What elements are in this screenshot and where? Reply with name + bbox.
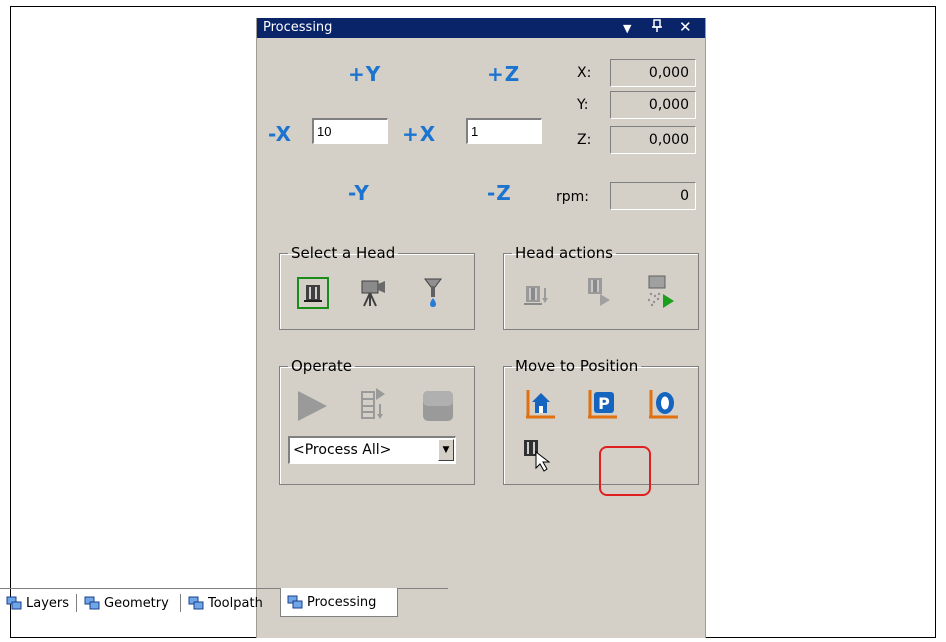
chevron-down-icon[interactable]: ▼ [438, 439, 454, 461]
jog-plus-x-button[interactable]: +X [402, 122, 436, 146]
head-router-button[interactable] [297, 277, 329, 309]
z-label: Z: [577, 132, 592, 148]
stop-button[interactable] [421, 389, 455, 423]
move-zero-button[interactable] [646, 387, 680, 421]
park-icon: P [588, 390, 617, 419]
head-camera-button[interactable] [355, 276, 389, 310]
y-label: Y: [577, 97, 589, 113]
x-label: X: [577, 65, 592, 81]
tab-geometry-label: Geometry [104, 595, 169, 611]
process-select[interactable]: <Process All> ▼ [288, 436, 456, 464]
jog-plus-z-button[interactable]: +Z [487, 62, 520, 86]
step-icon [361, 388, 385, 419]
pick-point-icon [524, 440, 551, 472]
spindle-icon [304, 285, 322, 302]
move-to-point-button[interactable] [520, 438, 554, 472]
svg-text:P: P [598, 394, 610, 413]
head-down-icon [524, 286, 548, 305]
start-button[interactable] [295, 389, 329, 423]
pin-icon[interactable] [651, 19, 663, 37]
panel-tab-icon [287, 595, 303, 609]
tab-processing-label: Processing [307, 594, 377, 610]
rpm-readout: 0 [610, 182, 696, 210]
move-park-button[interactable]: P [585, 387, 619, 421]
camera-icon [361, 280, 385, 307]
xy-step-input[interactable] [312, 118, 388, 144]
dropdown-icon[interactable]: ▼ [623, 22, 631, 35]
home-icon [526, 390, 555, 419]
highlight-box [599, 446, 651, 496]
rpm-label: rpm: [556, 189, 589, 205]
close-icon[interactable]: ✕ [679, 18, 692, 36]
tab-toolpath[interactable]: Toolpath [182, 590, 284, 616]
head-run-icon [588, 278, 610, 306]
z-step-input[interactable] [466, 118, 542, 144]
head-dispenser-button[interactable] [416, 276, 450, 310]
dispenser-icon [424, 278, 442, 307]
tab-layers-label: Layers [26, 595, 70, 611]
tab-toolpath-label: Toolpath [208, 595, 263, 611]
panel-tab-icon [84, 596, 100, 610]
panel-tab-icon [188, 596, 204, 610]
head-run-button[interactable] [582, 274, 616, 308]
tab-geometry[interactable]: Geometry [78, 590, 184, 616]
head-spray-run-button[interactable] [642, 274, 676, 308]
stop-icon [423, 391, 453, 421]
jog-minus-z-button[interactable]: -Z [487, 181, 512, 205]
move-to-position-legend: Move to Position [515, 357, 639, 375]
panel-tab-icon [6, 596, 22, 610]
tab-processing[interactable]: Processing [280, 588, 398, 617]
zero-icon [649, 390, 678, 419]
jog-minus-x-button[interactable]: -X [268, 122, 292, 146]
tab-layers[interactable]: Layers [0, 590, 80, 616]
play-icon [298, 391, 327, 421]
y-position-readout: 0,000 [610, 91, 696, 119]
operate-legend: Operate [291, 357, 353, 375]
panel-title-bar: Processing ▼ ✕ [257, 18, 705, 38]
head-actions-legend: Head actions [515, 244, 613, 262]
move-home-button[interactable] [523, 387, 557, 421]
panel-title: Processing [263, 20, 333, 35]
jog-minus-y-button[interactable]: -Y [348, 181, 370, 205]
x-position-readout: 0,000 [610, 59, 696, 87]
step-button[interactable] [356, 387, 390, 421]
spray-run-icon [647, 275, 674, 308]
jog-plus-y-button[interactable]: +Y [348, 62, 381, 86]
process-select-value: <Process All> [293, 442, 392, 458]
bottom-tab-bar: Layers Geometry Toolpath Processing [0, 588, 448, 620]
z-position-readout: 0,000 [610, 126, 696, 154]
select-head-legend: Select a Head [291, 244, 396, 262]
head-down-button[interactable] [520, 279, 554, 313]
